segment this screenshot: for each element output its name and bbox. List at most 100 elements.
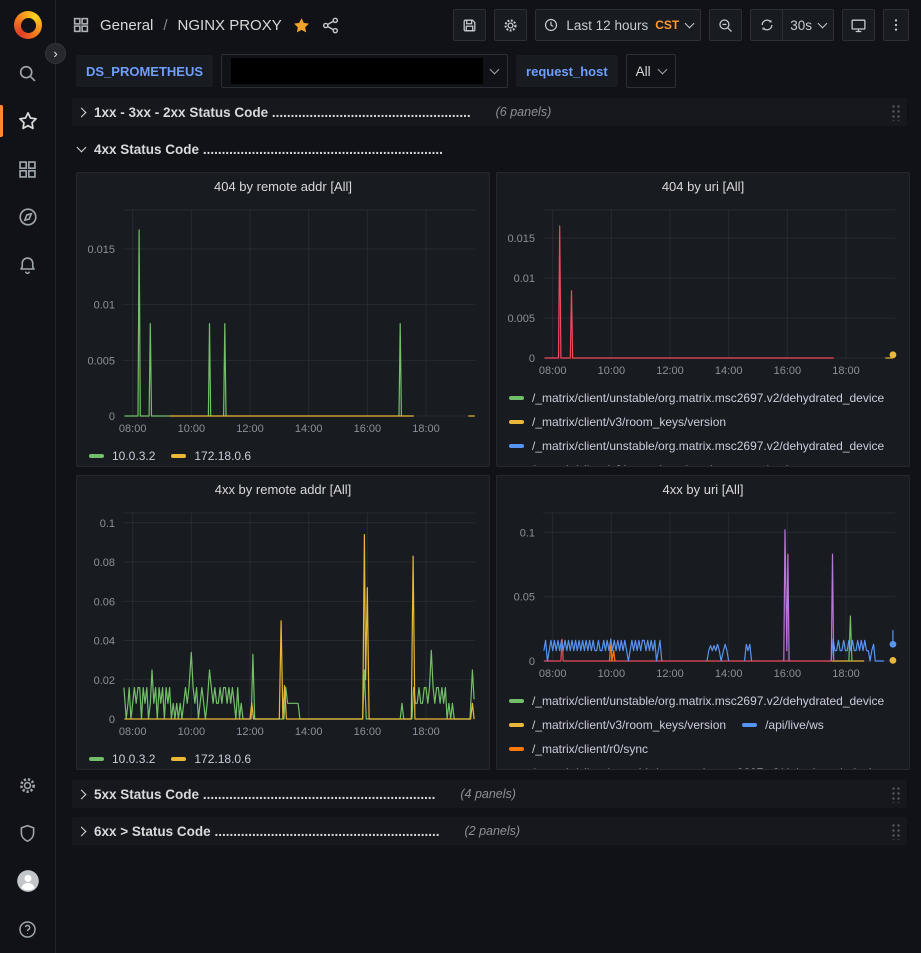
panel-title[interactable]: 4xx by uri [All] [497, 476, 909, 503]
svg-text:14:00: 14:00 [295, 726, 323, 738]
svg-text:12:00: 12:00 [236, 726, 264, 738]
svg-text:0.1: 0.1 [100, 518, 115, 530]
breadcrumb-separator: / [163, 17, 167, 34]
datasource-value-redacted [231, 58, 483, 84]
chevron-right-icon [77, 107, 87, 117]
row-drag-handle[interactable] [891, 786, 901, 803]
dashboard-settings-button[interactable] [494, 9, 527, 41]
refresh-interval-picker[interactable]: 30s [782, 9, 834, 41]
chevron-down-icon [490, 65, 500, 75]
time-series-chart[interactable]: 00.050.108:0010:0012:0014:0016:0018:00 [497, 503, 907, 683]
panel-title[interactable]: 404 by remote addr [All] [77, 173, 489, 200]
legend-item[interactable]: /_matrix/client/unstable/org.matrix.msc2… [509, 692, 884, 709]
sidebar-item-help[interactable] [0, 905, 55, 953]
sidebar-expand-button[interactable]: › [45, 43, 66, 64]
row-drag-handle[interactable] [891, 823, 901, 840]
row-5xx[interactable]: 5xx Status Code ........................… [72, 780, 907, 808]
refresh-button[interactable] [750, 9, 782, 41]
legend-item[interactable]: /_matrix/client/v3/room_keys/version [509, 413, 726, 430]
panel-legend: /_matrix/client/unstable/org.matrix.msc2… [497, 688, 909, 769]
legend-swatch [509, 420, 524, 424]
svg-text:18:00: 18:00 [832, 365, 860, 377]
zoom-out-button[interactable] [709, 9, 742, 41]
svg-text:18:00: 18:00 [832, 668, 860, 680]
row-6xx[interactable]: 6xx > Status Code ......................… [72, 817, 907, 845]
svg-text:18:00: 18:00 [412, 726, 440, 738]
chevron-right-icon [77, 826, 87, 836]
time-series-chart[interactable]: 00.0050.010.01508:0010:0012:0014:0016:00… [497, 200, 907, 380]
legend-label: 172.18.0.6 [194, 752, 251, 766]
svg-text:0.01: 0.01 [94, 300, 115, 312]
gear-icon [502, 17, 519, 34]
legend-label: /_matrix/client/unstable/org.matrix.msc2… [532, 694, 884, 708]
chart-wrap: 00.0050.010.01508:0010:0012:0014:0016:00… [77, 200, 489, 443]
svg-text:16:00: 16:00 [354, 726, 382, 738]
timezone-label: CST [655, 18, 679, 32]
legend-swatch [509, 444, 524, 448]
chart-wrap: 00.050.108:0010:0012:0014:0016:0018:00 [497, 503, 909, 688]
search-icon [17, 63, 38, 84]
request-host-variable-label[interactable]: request_host [516, 55, 618, 87]
request-host-variable-select[interactable]: All [626, 54, 676, 88]
legend-item[interactable]: 172.18.0.6 [171, 750, 251, 767]
legend-item[interactable]: /_matrix/client/r0/sync [509, 740, 648, 757]
chevron-down-icon [685, 19, 695, 29]
row-1xx-3xx-2xx[interactable]: 1xx - 3xx - 2xx Status Code ............… [72, 98, 907, 126]
legend-item[interactable]: /api/live/ws [742, 716, 824, 733]
sidebar-item-explore[interactable] [0, 193, 55, 241]
time-series-chart[interactable]: 00.020.040.060.080.108:0010:0012:0014:00… [77, 503, 487, 741]
svg-text:10:00: 10:00 [598, 668, 626, 680]
sidebar-item-alerting[interactable] [0, 241, 55, 289]
apps-grid-icon [72, 16, 90, 34]
legend-swatch [171, 454, 186, 458]
sidebar-item-profile[interactable] [0, 857, 55, 905]
save-dashboard-button[interactable] [453, 9, 486, 41]
legend-item[interactable]: /_matrix/client/unstable/org.matrix.msc2… [509, 389, 884, 406]
favorite-star-icon[interactable] [292, 16, 311, 35]
time-range-label: Last 12 hours [566, 18, 648, 33]
legend-label: /api/live/ws [765, 718, 824, 732]
svg-text:0.015: 0.015 [507, 233, 535, 245]
panel-title[interactable]: 404 by uri [All] [497, 173, 909, 200]
sidebar-item-configuration[interactable] [0, 761, 55, 809]
kebab-icon [888, 17, 904, 33]
time-range-picker[interactable]: Last 12 hours CST [535, 9, 701, 41]
panel: 404 by remote addr [All] 00.0050.010.015… [76, 172, 490, 467]
svg-text:14:00: 14:00 [295, 423, 323, 435]
svg-text:0: 0 [529, 656, 535, 668]
legend-label: 10.0.3.2 [112, 449, 155, 463]
variables-bar: DS_PROMETHEUS request_host All [56, 50, 921, 92]
refresh-icon [759, 17, 775, 33]
svg-text:0.08: 0.08 [94, 557, 115, 569]
legend-label: /sw.js [765, 463, 794, 467]
breadcrumb-section[interactable]: General [100, 17, 153, 34]
legend-item[interactable]: /_matrix/client/v3/room_keys/version [509, 461, 726, 466]
time-series-chart[interactable]: 00.0050.010.01508:0010:0012:0014:0016:00… [77, 200, 487, 438]
row-drag-handle[interactable] [891, 104, 901, 121]
sidebar: › [0, 0, 56, 953]
help-icon [17, 919, 38, 940]
tv-mode-button[interactable] [842, 9, 875, 41]
datasource-variable-select[interactable] [221, 54, 508, 88]
svg-text:10:00: 10:00 [178, 726, 206, 738]
row-4xx[interactable]: 4xx Status Code ........................… [72, 135, 907, 163]
legend-item[interactable]: 10.0.3.2 [89, 750, 155, 767]
panel-title[interactable]: 4xx by remote addr [All] [77, 476, 489, 503]
legend-item[interactable]: /_matrix/client/v3/room_keys/version [509, 716, 726, 733]
sidebar-item-dashboards[interactable] [0, 145, 55, 193]
sidebar-item-starred[interactable] [0, 97, 55, 145]
legend-item[interactable]: 10.0.3.2 [89, 447, 155, 464]
svg-text:0.015: 0.015 [87, 244, 115, 256]
legend-item[interactable]: /sw.js [742, 461, 794, 466]
sidebar-item-server-admin[interactable] [0, 809, 55, 857]
kebab-menu-button[interactable] [883, 9, 909, 41]
legend-item[interactable]: /_matrix/client/unstable/org.matrix.msc2… [509, 764, 884, 769]
legend-item[interactable]: /_matrix/client/unstable/org.matrix.msc2… [509, 437, 884, 454]
legend-item[interactable]: 172.18.0.6 [171, 447, 251, 464]
svg-text:16:00: 16:00 [774, 668, 802, 680]
share-icon[interactable] [321, 16, 340, 35]
datasource-variable-label[interactable]: DS_PROMETHEUS [76, 55, 213, 87]
grafana-app: › General / NGINX PROXY [0, 0, 921, 953]
grafana-logo[interactable] [14, 11, 42, 39]
chevron-right-icon [77, 789, 87, 799]
